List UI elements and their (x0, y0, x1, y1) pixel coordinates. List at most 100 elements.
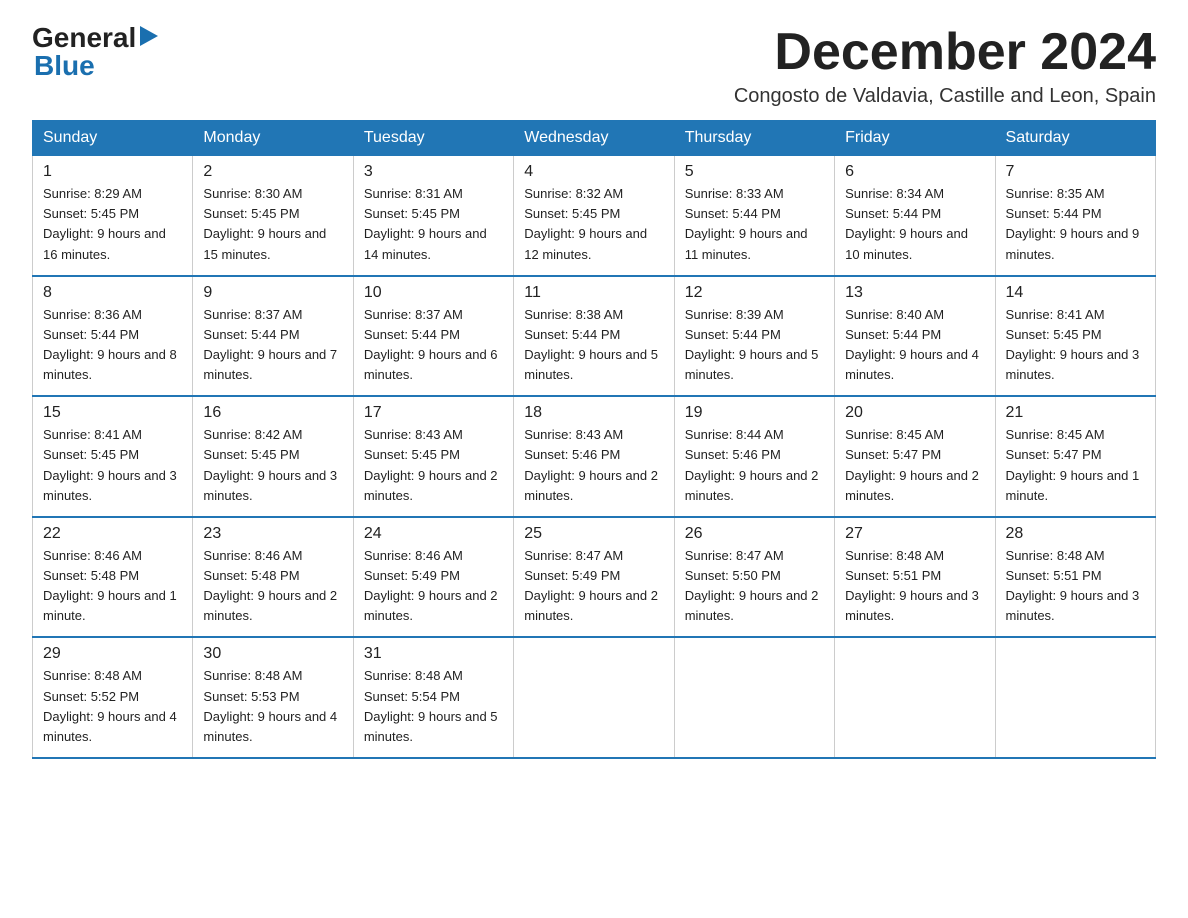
day-info: Sunrise: 8:48 AMSunset: 5:53 PMDaylight:… (203, 668, 337, 743)
calendar-cell: 29 Sunrise: 8:48 AMSunset: 5:52 PMDaylig… (33, 637, 193, 758)
calendar-cell: 17 Sunrise: 8:43 AMSunset: 5:45 PMDaylig… (353, 396, 513, 517)
calendar-cell: 14 Sunrise: 8:41 AMSunset: 5:45 PMDaylig… (995, 276, 1155, 397)
day-number: 1 (43, 163, 182, 181)
calendar-cell (995, 637, 1155, 758)
day-number: 9 (203, 284, 342, 302)
day-info: Sunrise: 8:45 AMSunset: 5:47 PMDaylight:… (845, 427, 979, 502)
header-wednesday: Wednesday (514, 121, 674, 156)
day-number: 28 (1006, 525, 1145, 543)
title-block: December 2024 Congosto de Valdavia, Cast… (734, 24, 1156, 108)
week-row-2: 8 Sunrise: 8:36 AMSunset: 5:44 PMDayligh… (33, 276, 1156, 397)
day-info: Sunrise: 8:48 AMSunset: 5:52 PMDaylight:… (43, 668, 177, 743)
logo-blue: Blue (32, 50, 95, 82)
day-number: 14 (1006, 284, 1145, 302)
header-thursday: Thursday (674, 121, 834, 156)
day-number: 29 (43, 645, 182, 663)
day-info: Sunrise: 8:37 AMSunset: 5:44 PMDaylight:… (364, 307, 498, 382)
day-number: 15 (43, 404, 182, 422)
calendar-cell: 2 Sunrise: 8:30 AMSunset: 5:45 PMDayligh… (193, 156, 353, 276)
day-info: Sunrise: 8:40 AMSunset: 5:44 PMDaylight:… (845, 307, 979, 382)
day-number: 30 (203, 645, 342, 663)
calendar-cell: 28 Sunrise: 8:48 AMSunset: 5:51 PMDaylig… (995, 517, 1155, 638)
calendar-cell: 12 Sunrise: 8:39 AMSunset: 5:44 PMDaylig… (674, 276, 834, 397)
day-info: Sunrise: 8:48 AMSunset: 5:51 PMDaylight:… (845, 548, 979, 623)
header-saturday: Saturday (995, 121, 1155, 156)
day-info: Sunrise: 8:35 AMSunset: 5:44 PMDaylight:… (1006, 186, 1140, 261)
calendar-cell: 27 Sunrise: 8:48 AMSunset: 5:51 PMDaylig… (835, 517, 995, 638)
day-info: Sunrise: 8:34 AMSunset: 5:44 PMDaylight:… (845, 186, 968, 261)
day-number: 3 (364, 163, 503, 181)
day-number: 25 (524, 525, 663, 543)
day-number: 21 (1006, 404, 1145, 422)
day-number: 11 (524, 284, 663, 302)
day-info: Sunrise: 8:46 AMSunset: 5:49 PMDaylight:… (364, 548, 498, 623)
calendar-cell: 1 Sunrise: 8:29 AMSunset: 5:45 PMDayligh… (33, 156, 193, 276)
day-number: 31 (364, 645, 503, 663)
calendar-cell: 19 Sunrise: 8:44 AMSunset: 5:46 PMDaylig… (674, 396, 834, 517)
day-number: 27 (845, 525, 984, 543)
calendar-cell: 22 Sunrise: 8:46 AMSunset: 5:48 PMDaylig… (33, 517, 193, 638)
day-info: Sunrise: 8:41 AMSunset: 5:45 PMDaylight:… (43, 427, 177, 502)
calendar-cell: 15 Sunrise: 8:41 AMSunset: 5:45 PMDaylig… (33, 396, 193, 517)
day-number: 23 (203, 525, 342, 543)
day-info: Sunrise: 8:32 AMSunset: 5:45 PMDaylight:… (524, 186, 647, 261)
calendar-cell: 5 Sunrise: 8:33 AMSunset: 5:44 PMDayligh… (674, 156, 834, 276)
calendar-cell: 8 Sunrise: 8:36 AMSunset: 5:44 PMDayligh… (33, 276, 193, 397)
day-info: Sunrise: 8:46 AMSunset: 5:48 PMDaylight:… (43, 548, 177, 623)
calendar-cell: 11 Sunrise: 8:38 AMSunset: 5:44 PMDaylig… (514, 276, 674, 397)
day-info: Sunrise: 8:42 AMSunset: 5:45 PMDaylight:… (203, 427, 337, 502)
page-header: General Blue December 2024 Congosto de V… (32, 24, 1156, 108)
calendar-cell: 25 Sunrise: 8:47 AMSunset: 5:49 PMDaylig… (514, 517, 674, 638)
header-tuesday: Tuesday (353, 121, 513, 156)
calendar-cell: 20 Sunrise: 8:45 AMSunset: 5:47 PMDaylig… (835, 396, 995, 517)
day-info: Sunrise: 8:47 AMSunset: 5:50 PMDaylight:… (685, 548, 819, 623)
week-row-1: 1 Sunrise: 8:29 AMSunset: 5:45 PMDayligh… (33, 156, 1156, 276)
day-info: Sunrise: 8:36 AMSunset: 5:44 PMDaylight:… (43, 307, 177, 382)
day-number: 26 (685, 525, 824, 543)
month-title: December 2024 (734, 24, 1156, 81)
calendar-cell (514, 637, 674, 758)
day-info: Sunrise: 8:39 AMSunset: 5:44 PMDaylight:… (685, 307, 819, 382)
day-info: Sunrise: 8:45 AMSunset: 5:47 PMDaylight:… (1006, 427, 1140, 502)
day-number: 16 (203, 404, 342, 422)
day-info: Sunrise: 8:33 AMSunset: 5:44 PMDaylight:… (685, 186, 808, 261)
calendar-cell: 24 Sunrise: 8:46 AMSunset: 5:49 PMDaylig… (353, 517, 513, 638)
calendar-cell: 23 Sunrise: 8:46 AMSunset: 5:48 PMDaylig… (193, 517, 353, 638)
calendar-cell: 30 Sunrise: 8:48 AMSunset: 5:53 PMDaylig… (193, 637, 353, 758)
day-number: 19 (685, 404, 824, 422)
day-info: Sunrise: 8:41 AMSunset: 5:45 PMDaylight:… (1006, 307, 1140, 382)
calendar-cell: 3 Sunrise: 8:31 AMSunset: 5:45 PMDayligh… (353, 156, 513, 276)
logo-container: General Blue (32, 24, 192, 82)
calendar-table: SundayMondayTuesdayWednesdayThursdayFrid… (32, 120, 1156, 759)
week-row-4: 22 Sunrise: 8:46 AMSunset: 5:48 PMDaylig… (33, 517, 1156, 638)
calendar-cell: 18 Sunrise: 8:43 AMSunset: 5:46 PMDaylig… (514, 396, 674, 517)
calendar-cell: 13 Sunrise: 8:40 AMSunset: 5:44 PMDaylig… (835, 276, 995, 397)
day-number: 2 (203, 163, 342, 181)
day-number: 24 (364, 525, 503, 543)
day-number: 17 (364, 404, 503, 422)
day-info: Sunrise: 8:47 AMSunset: 5:49 PMDaylight:… (524, 548, 658, 623)
header-monday: Monday (193, 121, 353, 156)
day-info: Sunrise: 8:48 AMSunset: 5:51 PMDaylight:… (1006, 548, 1140, 623)
day-number: 7 (1006, 163, 1145, 181)
header-sunday: Sunday (33, 121, 193, 156)
day-number: 20 (845, 404, 984, 422)
day-info: Sunrise: 8:44 AMSunset: 5:46 PMDaylight:… (685, 427, 819, 502)
day-number: 12 (685, 284, 824, 302)
day-info: Sunrise: 8:43 AMSunset: 5:46 PMDaylight:… (524, 427, 658, 502)
week-row-5: 29 Sunrise: 8:48 AMSunset: 5:52 PMDaylig… (33, 637, 1156, 758)
calendar-cell: 7 Sunrise: 8:35 AMSunset: 5:44 PMDayligh… (995, 156, 1155, 276)
day-info: Sunrise: 8:46 AMSunset: 5:48 PMDaylight:… (203, 548, 337, 623)
day-info: Sunrise: 8:37 AMSunset: 5:44 PMDaylight:… (203, 307, 337, 382)
day-info: Sunrise: 8:30 AMSunset: 5:45 PMDaylight:… (203, 186, 326, 261)
day-number: 22 (43, 525, 182, 543)
calendar-cell: 16 Sunrise: 8:42 AMSunset: 5:45 PMDaylig… (193, 396, 353, 517)
location-subtitle: Congosto de Valdavia, Castille and Leon,… (734, 85, 1156, 108)
day-number: 8 (43, 284, 182, 302)
calendar-header-row: SundayMondayTuesdayWednesdayThursdayFrid… (33, 121, 1156, 156)
day-info: Sunrise: 8:48 AMSunset: 5:54 PMDaylight:… (364, 668, 498, 743)
day-number: 18 (524, 404, 663, 422)
calendar-cell: 6 Sunrise: 8:34 AMSunset: 5:44 PMDayligh… (835, 156, 995, 276)
day-info: Sunrise: 8:43 AMSunset: 5:45 PMDaylight:… (364, 427, 498, 502)
day-info: Sunrise: 8:29 AMSunset: 5:45 PMDaylight:… (43, 186, 166, 261)
